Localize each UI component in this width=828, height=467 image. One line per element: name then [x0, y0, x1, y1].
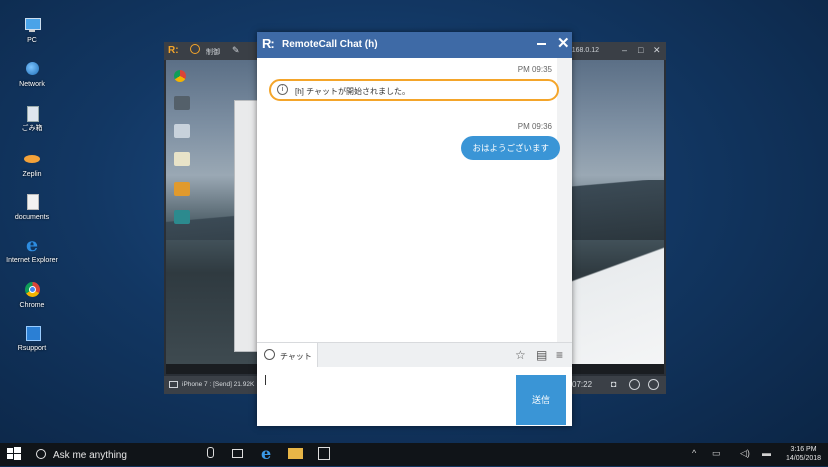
chat-title: RemoteCall Chat (h)	[282, 39, 378, 50]
desktop-icon-label: Chrome	[19, 302, 45, 309]
cortana-icon	[36, 449, 46, 459]
viewer-minimize-button[interactable]: –	[622, 45, 627, 55]
tab-chat-label: チャット	[280, 352, 312, 361]
desktop-icon-pc[interactable]: PC	[5, 16, 59, 45]
text-caret	[265, 375, 266, 385]
info-icon: i	[277, 84, 288, 95]
desktop-icon-zeplin[interactable]: Zeplin	[5, 150, 59, 179]
desktop-icon-rsupport[interactable]: Rsupport	[5, 324, 59, 353]
message-input[interactable]: 送信	[257, 367, 572, 426]
system-message: i [h] チャットが開始されました。	[269, 79, 559, 101]
windows-logo-icon	[7, 447, 21, 460]
chat-bubble-icon	[264, 349, 275, 360]
outgoing-message-bubble: おはようございます	[461, 136, 560, 160]
remote-app-icon[interactable]	[174, 210, 190, 224]
clock-time: 3:16 PM	[790, 446, 817, 453]
chat-window: R: RemoteCall Chat (h) ✕ PM 09:35 i [h] …	[257, 32, 572, 426]
rsupport-icon	[23, 324, 41, 342]
viewer-logo-icon: R:	[168, 45, 179, 56]
viewer-elapsed-time: 07:22	[572, 380, 593, 389]
message-timestamp: PM 09:35	[517, 65, 552, 74]
viewer-close-button[interactable]: ✕	[653, 45, 661, 56]
tray-network-icon[interactable]: ▭	[712, 448, 721, 459]
desktop-icon-label: Network	[19, 81, 45, 88]
chat-close-button[interactable]: ✕	[557, 35, 570, 53]
desktop-icon-documents[interactable]: documents	[5, 193, 59, 222]
pen-icon[interactable]: ✎	[232, 45, 240, 56]
clipboard-icon[interactable]: ▤	[536, 348, 547, 362]
document-icon	[23, 193, 41, 211]
desktop-icon-label: ごみ箱	[21, 125, 43, 132]
system-message-text: [h] チャットが開始されました。	[295, 87, 411, 96]
zeplin-icon	[23, 150, 41, 168]
start-button[interactable]	[6, 446, 22, 462]
camera-icon[interactable]: ◘	[611, 379, 616, 389]
search-placeholder: Ask me anything	[53, 450, 127, 461]
desktop-icon-recycle-bin[interactable]: ごみ箱	[5, 104, 59, 133]
taskbar-clock[interactable]: 3:16 PM 14/05/2018	[786, 445, 821, 463]
desktop-icon-label: documents	[14, 214, 50, 221]
remote-file-icon[interactable]	[174, 124, 190, 138]
star-icon[interactable]: ☆	[515, 348, 526, 362]
desktop-icon-label: Internet Explorer	[6, 257, 58, 264]
tray-keyboard-icon[interactable]: ▬	[762, 448, 771, 458]
microphone-icon[interactable]	[207, 447, 214, 458]
remote-chrome-icon[interactable]	[174, 70, 186, 82]
remote-app-icon[interactable]	[174, 182, 190, 196]
chat-tab-bar: チャット ☆ ▤ ≡	[257, 342, 572, 368]
record-button[interactable]	[629, 379, 640, 390]
windows-taskbar: Ask me anything e ^ ▭ ◁) ▬ 3:16 PM 14/05…	[0, 443, 828, 466]
viewer-status-text: iPhone 7 : [Send] 21.92K	[182, 381, 255, 388]
recycle-bin-icon	[23, 104, 41, 122]
remotecall-logo-icon: R:	[262, 36, 275, 51]
store-icon[interactable]	[318, 447, 330, 460]
tab-chat[interactable]: チャット	[257, 343, 318, 367]
send-button[interactable]: 送信	[516, 375, 566, 425]
control-icon[interactable]	[190, 44, 200, 54]
computer-icon	[23, 16, 41, 34]
viewer-maximize-button[interactable]: □	[638, 45, 643, 55]
desktop-icon-label: PC	[27, 37, 37, 44]
remote-folder-icon[interactable]	[174, 96, 190, 110]
chat-scroll-gutter[interactable]	[557, 58, 572, 348]
settings-button[interactable]	[648, 379, 659, 390]
chrome-icon	[23, 281, 41, 299]
desktop-icon-label: Rsupport	[17, 345, 47, 352]
task-view-icon[interactable]	[232, 449, 243, 458]
desktop-icon-network[interactable]: Network	[5, 60, 59, 89]
tray-speaker-icon[interactable]: ◁)	[740, 448, 750, 459]
clock-date: 14/05/2018	[786, 455, 822, 462]
ie-icon: e	[25, 234, 39, 256]
remote-document-icon[interactable]	[174, 152, 190, 166]
menu-icon[interactable]: ≡	[556, 348, 563, 362]
desktop-icon-chrome[interactable]: Chrome	[5, 281, 59, 310]
network-icon	[23, 60, 41, 78]
viewer-control-label[interactable]: 制御	[206, 47, 220, 57]
message-timestamp: PM 09:36	[517, 122, 552, 131]
chat-titlebar: R: RemoteCall Chat (h) ✕	[257, 32, 572, 58]
desktop-icon-label: Zeplin	[22, 171, 42, 178]
desktop-icon-internet-explorer[interactable]: e Internet Explorer	[5, 236, 59, 265]
file-explorer-icon[interactable]	[288, 448, 303, 459]
chat-minimize-button[interactable]	[537, 43, 546, 45]
taskbar-search-box[interactable]: Ask me anything	[32, 443, 222, 466]
tray-chevron-icon[interactable]: ^	[692, 448, 696, 458]
device-icon	[169, 381, 178, 388]
edge-icon[interactable]: e	[261, 444, 271, 463]
